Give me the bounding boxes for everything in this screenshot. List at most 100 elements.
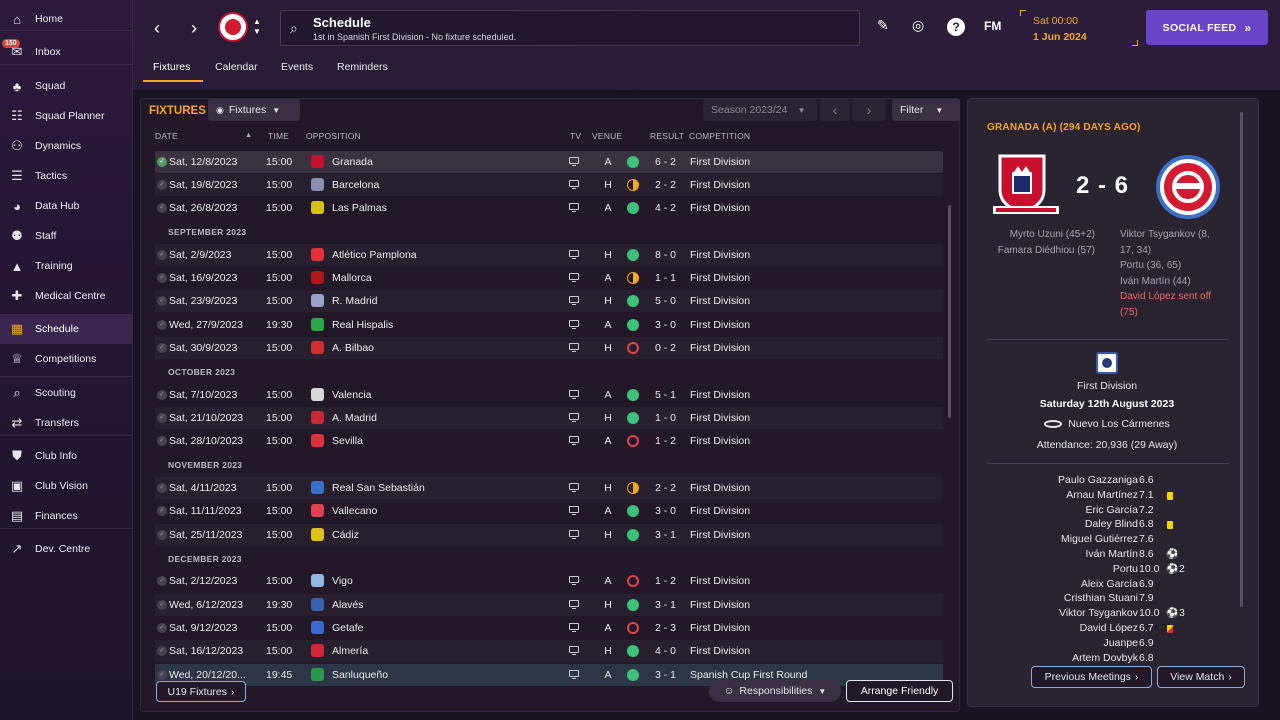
fixture-competition[interactable]: First Division bbox=[690, 389, 750, 401]
col-time[interactable]: TIME bbox=[268, 131, 289, 141]
table-row[interactable]: ✓ Sat, 7/10/2023 15:00 Valencia A 5 - 1 First … bbox=[155, 384, 943, 406]
fixture-competition[interactable]: First Division bbox=[690, 412, 750, 424]
fixture-score[interactable]: 2 - 3 bbox=[655, 622, 676, 634]
sidebar-item-squad-planner[interactable]: ☷ Squad Planner bbox=[0, 101, 132, 131]
fixture-score[interactable]: 3 - 0 bbox=[655, 319, 676, 331]
fixture-opponent[interactable]: Getafe bbox=[332, 622, 364, 634]
fixture-opponent[interactable]: A. Madrid bbox=[332, 412, 377, 424]
fixture-score[interactable]: 6 - 2 bbox=[655, 156, 676, 168]
fixture-opponent[interactable]: Real San Sebastián bbox=[332, 482, 425, 494]
sidebar-item-tactics[interactable]: ☰ Tactics bbox=[0, 161, 132, 191]
game-date[interactable]: Sat 00:00 1 Jun 2024 bbox=[1020, 10, 1138, 46]
fixture-opponent[interactable]: Alavés bbox=[332, 599, 364, 611]
filter-dropdown[interactable]: Filter ▼ bbox=[892, 99, 960, 121]
fixture-score[interactable]: 1 - 0 bbox=[655, 412, 676, 424]
fixture-competition[interactable]: First Division bbox=[690, 342, 750, 354]
fixture-score[interactable]: 2 - 2 bbox=[655, 179, 676, 191]
sidebar-item-dynamics[interactable]: ⚇ Dynamics bbox=[0, 131, 132, 161]
lineup-row[interactable]: Eric García 7.2 bbox=[1020, 504, 1220, 519]
fixture-opponent[interactable]: Real Hispalis bbox=[332, 319, 393, 331]
lineup-row[interactable]: Cristhian Stuani 7.9 bbox=[1020, 592, 1220, 607]
lineup-row[interactable]: Arnau Martínez 7.1 bbox=[1020, 489, 1220, 504]
lineup-row[interactable]: Portu 10.0 ⚽ 2 bbox=[1020, 563, 1220, 578]
fixture-competition[interactable]: First Division bbox=[690, 505, 750, 517]
fixture-opponent[interactable]: Sanluqueño bbox=[332, 669, 388, 681]
fixture-opponent[interactable]: R. Madrid bbox=[332, 295, 378, 307]
help-icon[interactable]: ? bbox=[947, 18, 965, 36]
fixtures-view-dropdown[interactable]: ◉ Fixtures ▼ bbox=[208, 99, 300, 121]
col-competition[interactable]: COMPETITION bbox=[689, 131, 750, 141]
fixture-opponent[interactable]: Vallecano bbox=[332, 505, 377, 517]
sidebar-item-staff[interactable]: ⚉ Staff bbox=[0, 221, 132, 251]
globe-icon[interactable]: ◎ bbox=[912, 17, 924, 34]
table-row[interactable]: ✓ Sat, 2/12/2023 15:00 Vigo A 1 - 2 First Divi… bbox=[155, 570, 943, 592]
lineup-row[interactable]: Juanpe 6.9 bbox=[1020, 637, 1220, 652]
search-box[interactable]: ⌕ Schedule 1st in Spanish First Division… bbox=[280, 10, 860, 46]
table-row[interactable]: ✓ Sat, 28/10/2023 15:00 Sevilla A 1 - 2 First … bbox=[155, 430, 943, 452]
fixture-competition[interactable]: First Division bbox=[690, 575, 750, 587]
sidebar-item-club-vision[interactable]: ▣ Club Vision bbox=[0, 471, 132, 501]
table-row[interactable]: ✓ Sat, 23/9/2023 15:00 R. Madrid H 5 - 0 First… bbox=[155, 290, 943, 312]
edit-icon[interactable]: ✎ bbox=[877, 17, 889, 34]
sidebar-item-transfers[interactable]: ⇄ Transfers bbox=[0, 408, 132, 438]
tab-calendar[interactable]: Calendar bbox=[215, 61, 258, 73]
fixture-score[interactable]: 2 - 2 bbox=[655, 482, 676, 494]
fixture-opponent[interactable]: Vigo bbox=[332, 575, 353, 587]
fixture-opponent[interactable]: A. Bilbao bbox=[332, 342, 374, 354]
view-match-button[interactable]: View Match › bbox=[1157, 666, 1245, 688]
arrange-friendly-button[interactable]: Arrange Friendly bbox=[846, 680, 953, 702]
col-tv[interactable]: TV bbox=[570, 131, 581, 141]
fixture-opponent[interactable]: Valencia bbox=[332, 389, 372, 401]
fixture-competition[interactable]: First Division bbox=[690, 179, 750, 191]
fixture-competition[interactable]: First Division bbox=[690, 622, 750, 634]
sidebar-item-finances[interactable]: ▤ Finances bbox=[0, 501, 132, 531]
sidebar-item-training[interactable]: ▲ Training bbox=[0, 251, 132, 281]
fixture-score[interactable]: 0 - 2 bbox=[655, 342, 676, 354]
fixture-competition[interactable]: First Division bbox=[690, 249, 750, 261]
sidebar-item-dev-centre[interactable]: ↗ Dev. Centre bbox=[0, 534, 132, 564]
fixture-score[interactable]: 5 - 0 bbox=[655, 295, 676, 307]
sidebar-item-scouting[interactable]: ⌕ Scouting bbox=[0, 378, 132, 408]
fixture-competition[interactable]: First Division bbox=[690, 645, 750, 657]
fixture-score[interactable]: 4 - 0 bbox=[655, 645, 676, 657]
fixture-opponent[interactable]: Barcelona bbox=[332, 179, 379, 191]
lineup-row[interactable]: Iván Martín 8.6 ⚽ bbox=[1020, 548, 1220, 563]
table-row[interactable]: ✓ Wed, 6/12/2023 19:30 Alavés H 3 - 1 First Di… bbox=[155, 594, 943, 616]
fixture-score[interactable]: 5 - 1 bbox=[655, 389, 676, 401]
back-arrow-icon[interactable]: ‹ bbox=[148, 17, 166, 39]
table-row[interactable]: ✓ Sat, 12/8/2023 15:00 Granada A 6 - 2 First D… bbox=[155, 151, 943, 173]
tab-events[interactable]: Events bbox=[281, 61, 313, 73]
lineup-row[interactable]: Paulo Gazzaniga 6.6 bbox=[1020, 474, 1220, 489]
tab-reminders[interactable]: Reminders bbox=[337, 61, 388, 73]
sidebar-item-data-hub[interactable]: ◕ Data Hub bbox=[0, 191, 132, 221]
previous-meetings-button[interactable]: Previous Meetings › bbox=[1031, 666, 1152, 688]
fixture-score[interactable]: 8 - 0 bbox=[655, 249, 676, 261]
fixture-score[interactable]: 3 - 1 bbox=[655, 529, 676, 541]
table-row[interactable]: ✓ Sat, 26/8/2023 15:00 Las Palmas A 4 - 2 Firs… bbox=[155, 197, 943, 219]
lineup-row[interactable]: Aleix García 6.9 bbox=[1020, 578, 1220, 593]
fixture-score[interactable]: 1 - 1 bbox=[655, 272, 676, 284]
fixture-opponent[interactable]: Granada bbox=[332, 156, 373, 168]
fixture-score[interactable]: 4 - 2 bbox=[655, 202, 676, 214]
fixture-competition[interactable]: First Division bbox=[690, 599, 750, 611]
table-row[interactable]: ✓ Sat, 9/12/2023 15:00 Getafe A 2 - 3 First Di… bbox=[155, 617, 943, 639]
fixture-opponent[interactable]: Mallorca bbox=[332, 272, 372, 284]
club-switch-icon[interactable]: ▲ ▼ bbox=[251, 14, 263, 40]
fixture-score[interactable]: 3 - 1 bbox=[655, 599, 676, 611]
table-row[interactable]: ✓ Sat, 4/11/2023 15:00 Real San Sebastián H 2… bbox=[155, 477, 943, 499]
table-row[interactable]: ✓ Sat, 16/12/2023 15:00 Almería H 4 - 0 First … bbox=[155, 640, 943, 662]
fixture-competition[interactable]: First Division bbox=[690, 156, 750, 168]
next-season-button[interactable]: › bbox=[852, 99, 886, 121]
fixture-opponent[interactable]: Sevilla bbox=[332, 435, 363, 447]
lineup-row[interactable]: David López 6.7 bbox=[1020, 622, 1220, 637]
fixture-competition[interactable]: First Division bbox=[690, 295, 750, 307]
sidebar-item-inbox[interactable]: ✉ Inbox bbox=[0, 37, 132, 67]
social-feed-button[interactable]: SOCIAL FEED » bbox=[1146, 10, 1268, 45]
season-dropdown[interactable]: Season 2023/24 ▼ bbox=[703, 99, 817, 121]
fixture-score[interactable]: 1 - 2 bbox=[655, 435, 676, 447]
fixture-competition[interactable]: First Division bbox=[690, 482, 750, 494]
responsibilities-dropdown[interactable]: ☺ Responsibilities ▼ bbox=[709, 680, 841, 702]
sidebar-item-club-info[interactable]: ⛊ Club Info bbox=[0, 441, 132, 471]
fixture-opponent[interactable]: Almería bbox=[332, 645, 368, 657]
fixture-opponent[interactable]: Cádiz bbox=[332, 529, 359, 541]
